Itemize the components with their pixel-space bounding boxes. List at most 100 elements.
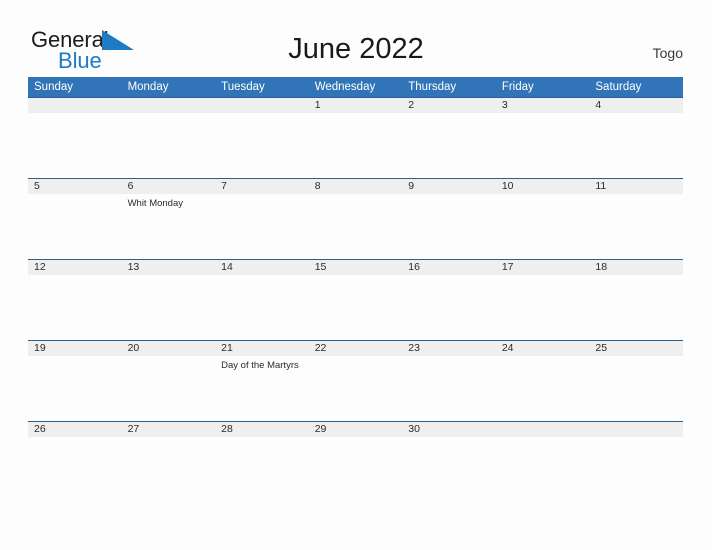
day-number[interactable]: 19 [28,341,122,356]
day-number[interactable]: 6 [122,179,216,194]
day-number[interactable]: 16 [402,260,496,275]
day-number[interactable]: 14 [215,260,309,275]
weekday-header-cell: Monday [127,81,169,93]
day-event-cell [496,356,590,421]
day-event-cell [122,356,216,421]
day-event-cell[interactable]: Day of the Martyrs [215,356,309,421]
day-number [589,422,683,437]
event-band [28,275,683,340]
day-event-cell [122,275,216,340]
day-number[interactable]: 26 [28,422,122,437]
day-number[interactable]: 7 [215,179,309,194]
page-header: General Blue June 2022 Togo [0,0,712,76]
day-event-cell [122,113,216,178]
day-number[interactable]: 23 [402,341,496,356]
day-number[interactable]: 3 [496,98,590,113]
day-event-cell [28,113,122,178]
day-event-cell [402,194,496,259]
day-number[interactable]: 18 [589,260,683,275]
calendar-week-row: 26 27 28 29 30 [28,421,683,502]
calendar-week-row: 1234 [28,97,683,178]
day-event-cell [402,113,496,178]
weekday-header-cell: Friday [501,81,534,93]
day-number[interactable]: 30 [402,422,496,437]
event-band: Whit Monday [28,194,683,259]
day-number[interactable]: 9 [402,179,496,194]
day-event-cell [309,194,403,259]
day-number[interactable]: 5 [28,179,122,194]
day-event-cell [215,437,309,502]
event-band [28,113,683,178]
day-number [28,98,122,113]
day-number[interactable]: 20 [122,341,216,356]
day-event-cell [402,275,496,340]
date-number-band: 19 20 21 22 23 24 25 [28,340,683,356]
day-event-cell [496,113,590,178]
day-event-cell [496,437,590,502]
day-number[interactable]: 21 [215,341,309,356]
day-number[interactable]: 28 [215,422,309,437]
calendar-week-row: 12 13 14 15 16 17 18 [28,259,683,340]
weekday-header-cell: Saturday [595,81,642,93]
event-band: Day of the Martyrs [28,356,683,421]
day-event-cell [589,437,683,502]
day-event-cell [309,275,403,340]
day-number[interactable]: 8 [309,179,403,194]
day-event-cell [122,437,216,502]
day-number[interactable]: 29 [309,422,403,437]
day-event-cell [309,437,403,502]
day-number[interactable]: 2 [402,98,496,113]
day-number[interactable]: 13 [122,260,216,275]
page-title: June 2022 [288,33,424,65]
day-number[interactable]: 24 [496,341,590,356]
day-event-cell [215,113,309,178]
event-band [28,437,683,502]
day-number [122,98,216,113]
day-number[interactable]: 22 [309,341,403,356]
date-number-band: 5 6 7 8 9 10 11 [28,178,683,194]
date-number-band: 12 13 14 15 16 17 18 [28,259,683,275]
day-number[interactable]: 10 [496,179,590,194]
day-event-cell [402,437,496,502]
date-number-band: 26 27 28 29 30 [28,421,683,437]
day-number[interactable]: 4 [589,98,683,113]
day-event-cell [589,194,683,259]
day-event-cell [28,356,122,421]
weekday-header-cell: Sunday [34,81,74,93]
day-number[interactable]: 11 [589,179,683,194]
day-event-cell [215,194,309,259]
day-event-cell [28,437,122,502]
country-label: Togo [652,45,683,61]
day-event-cell[interactable]: Whit Monday [122,194,216,259]
day-number[interactable]: 12 [28,260,122,275]
day-event-cell [215,275,309,340]
day-event-cell [496,194,590,259]
calendar-week-row: 5 6 7 8 9 10 11 Whit Monday [28,178,683,259]
calendar-weekday-header: Sunday Monday Tuesday Wednesday Thursday Frid… [28,77,683,97]
holiday-event-label: Whit Monday [127,198,183,209]
day-event-cell [589,275,683,340]
day-event-cell [309,113,403,178]
day-event-cell [589,113,683,178]
day-event-cell [496,275,590,340]
holiday-event-label: Day of the Martyrs [221,360,299,371]
day-event-cell [28,275,122,340]
calendar-grid: Sunday Monday Tuesday Wednesday Thursday Frid… [28,77,683,502]
day-number[interactable]: 27 [122,422,216,437]
day-event-cell [28,194,122,259]
day-number[interactable]: 1 [309,98,403,113]
day-number [215,98,309,113]
day-event-cell [402,356,496,421]
calendar-week-row: 19 20 21 22 23 24 25 Day of the Martyrs [28,340,683,421]
day-number [496,422,590,437]
day-event-cell [309,356,403,421]
day-event-cell [589,356,683,421]
weekday-header-cell: Tuesday [221,81,265,93]
weekday-header-cell: Thursday [408,81,457,93]
day-number[interactable]: 25 [589,341,683,356]
weekday-header-cell: Wednesday [314,81,376,93]
day-number[interactable]: 17 [496,260,590,275]
calendar-week-rows: 1 2 3 4 5 6 7 8 9 10 11 Whit Monday 12 13 14 15 16 17 18 19… [28,97,683,502]
day-number[interactable]: 15 [309,260,403,275]
date-number-band: 1234 [28,97,683,113]
